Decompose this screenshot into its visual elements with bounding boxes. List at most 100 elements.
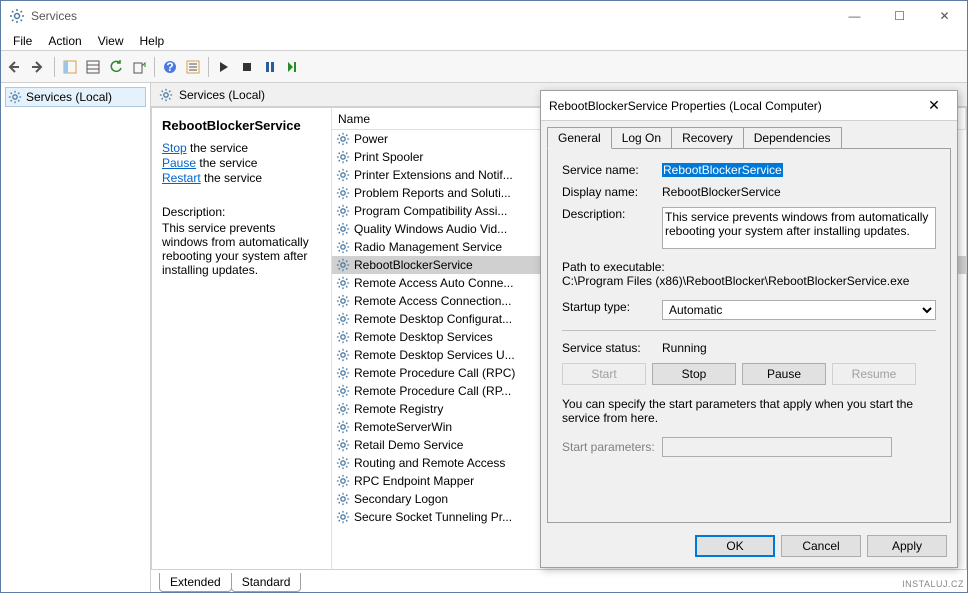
description-text: This service prevents windows from autom… bbox=[162, 221, 321, 277]
toolbar: ? bbox=[1, 51, 967, 83]
value-display-name: RebootBlockerService bbox=[662, 185, 936, 199]
list-item-label: Routing and Remote Access bbox=[354, 456, 505, 470]
maximize-button[interactable]: ☐ bbox=[877, 1, 922, 31]
tree-node-services-local[interactable]: Services (Local) bbox=[5, 87, 146, 107]
pause-service-button[interactable] bbox=[259, 56, 281, 78]
gear-icon bbox=[336, 330, 350, 344]
toolbar-separator bbox=[54, 57, 55, 77]
divider bbox=[562, 330, 936, 331]
list-item-label: Remote Desktop Services bbox=[354, 330, 493, 344]
tab-recovery[interactable]: Recovery bbox=[671, 127, 744, 149]
services-icon bbox=[9, 8, 25, 24]
pause-link[interactable]: Pause bbox=[162, 156, 196, 170]
toolbar-separator bbox=[154, 57, 155, 77]
close-button[interactable]: ✕ bbox=[922, 1, 967, 31]
selected-service-name: RebootBlockerService bbox=[162, 118, 321, 133]
export-button[interactable] bbox=[128, 56, 150, 78]
gear-icon bbox=[336, 420, 350, 434]
gear-icon bbox=[336, 258, 350, 272]
list-item-label: Remote Desktop Services U... bbox=[354, 348, 515, 362]
value-status: Running bbox=[662, 341, 936, 355]
dialog-footer: OK Cancel Apply bbox=[541, 529, 957, 567]
resume-button: Resume bbox=[832, 363, 916, 385]
back-button[interactable] bbox=[5, 56, 27, 78]
minimize-button[interactable]: — bbox=[832, 1, 877, 31]
list-item-label: Printer Extensions and Notif... bbox=[354, 168, 513, 182]
gear-icon bbox=[336, 474, 350, 488]
ok-button[interactable]: OK bbox=[695, 535, 775, 557]
gear-icon bbox=[336, 240, 350, 254]
stop-button[interactable]: Stop bbox=[652, 363, 736, 385]
tab-general[interactable]: General bbox=[547, 127, 612, 149]
gear-icon bbox=[336, 348, 350, 362]
properties2-button[interactable] bbox=[182, 56, 204, 78]
stop-link[interactable]: Stop bbox=[162, 141, 187, 155]
start-params-input bbox=[662, 437, 892, 457]
menu-file[interactable]: File bbox=[5, 32, 40, 50]
properties-button[interactable] bbox=[82, 56, 104, 78]
result-header-title: Services (Local) bbox=[179, 88, 265, 102]
detail-column: RebootBlockerService Stop the service Pa… bbox=[152, 108, 332, 569]
list-item-label: Remote Access Auto Conne... bbox=[354, 276, 513, 290]
start-button: Start bbox=[562, 363, 646, 385]
label-startup: Startup type: bbox=[562, 300, 662, 314]
startup-type-select[interactable]: Automatic bbox=[662, 300, 936, 320]
column-name-label: Name bbox=[338, 112, 370, 126]
properties-dialog: RebootBlockerService Properties (Local C… bbox=[540, 90, 958, 568]
show-hide-tree-button[interactable] bbox=[59, 56, 81, 78]
menu-action[interactable]: Action bbox=[40, 32, 89, 50]
list-item-label: Remote Desktop Configurat... bbox=[354, 312, 512, 326]
bottom-tabstrip: Extended Standard bbox=[151, 570, 967, 592]
cancel-button[interactable]: Cancel bbox=[781, 535, 861, 557]
tab-logon[interactable]: Log On bbox=[611, 127, 672, 149]
list-item-label: Power bbox=[354, 132, 388, 146]
label-description: Description: bbox=[562, 207, 662, 221]
gear-icon bbox=[336, 294, 350, 308]
list-item-label: Remote Procedure Call (RP... bbox=[354, 384, 511, 398]
menubar: File Action View Help bbox=[1, 31, 967, 51]
titlebar: Services — ☐ ✕ bbox=[1, 1, 967, 31]
dialog-titlebar: RebootBlockerService Properties (Local C… bbox=[541, 91, 957, 121]
restart-service-button[interactable] bbox=[282, 56, 304, 78]
dialog-body: Service name: RebootBlockerService Displ… bbox=[547, 148, 951, 523]
forward-button[interactable] bbox=[28, 56, 50, 78]
watermark: INSTALUJ.CZ bbox=[902, 579, 964, 589]
toolbar-separator bbox=[208, 57, 209, 77]
restart-link[interactable]: Restart bbox=[162, 171, 201, 185]
tab-dependencies[interactable]: Dependencies bbox=[743, 127, 842, 149]
tab-extended[interactable]: Extended bbox=[159, 573, 232, 592]
list-item-label: Remote Procedure Call (RPC) bbox=[354, 366, 515, 380]
console-tree: Services (Local) bbox=[1, 83, 151, 592]
window-title: Services bbox=[31, 9, 832, 23]
gear-icon bbox=[8, 90, 22, 104]
gear-icon bbox=[336, 132, 350, 146]
value-service-name[interactable]: RebootBlockerService bbox=[662, 163, 783, 177]
gear-icon bbox=[336, 312, 350, 326]
refresh-button[interactable] bbox=[105, 56, 127, 78]
gear-icon bbox=[336, 204, 350, 218]
gear-icon bbox=[336, 384, 350, 398]
hint-text: You can specify the start parameters tha… bbox=[562, 397, 936, 425]
menu-view[interactable]: View bbox=[90, 32, 132, 50]
list-item-label: Secure Socket Tunneling Pr... bbox=[354, 510, 512, 524]
list-item-label: Radio Management Service bbox=[354, 240, 502, 254]
dialog-close-button[interactable]: ✕ bbox=[919, 97, 949, 114]
gear-icon bbox=[336, 366, 350, 380]
label-service-name: Service name: bbox=[562, 163, 662, 177]
gear-icon bbox=[336, 150, 350, 164]
gear-icon bbox=[336, 168, 350, 182]
gear-icon bbox=[336, 222, 350, 236]
gear-icon bbox=[336, 510, 350, 524]
pause-button[interactable]: Pause bbox=[742, 363, 826, 385]
stop-service-button[interactable] bbox=[236, 56, 258, 78]
description-label: Description: bbox=[162, 205, 321, 219]
start-service-button[interactable] bbox=[213, 56, 235, 78]
gear-icon bbox=[336, 456, 350, 470]
svg-text:?: ? bbox=[166, 60, 173, 74]
help-button[interactable]: ? bbox=[159, 56, 181, 78]
list-item-label: Retail Demo Service bbox=[354, 438, 463, 452]
menu-help[interactable]: Help bbox=[132, 32, 173, 50]
value-description[interactable] bbox=[662, 207, 936, 249]
tab-standard[interactable]: Standard bbox=[231, 573, 302, 592]
window-controls: — ☐ ✕ bbox=[832, 1, 967, 31]
